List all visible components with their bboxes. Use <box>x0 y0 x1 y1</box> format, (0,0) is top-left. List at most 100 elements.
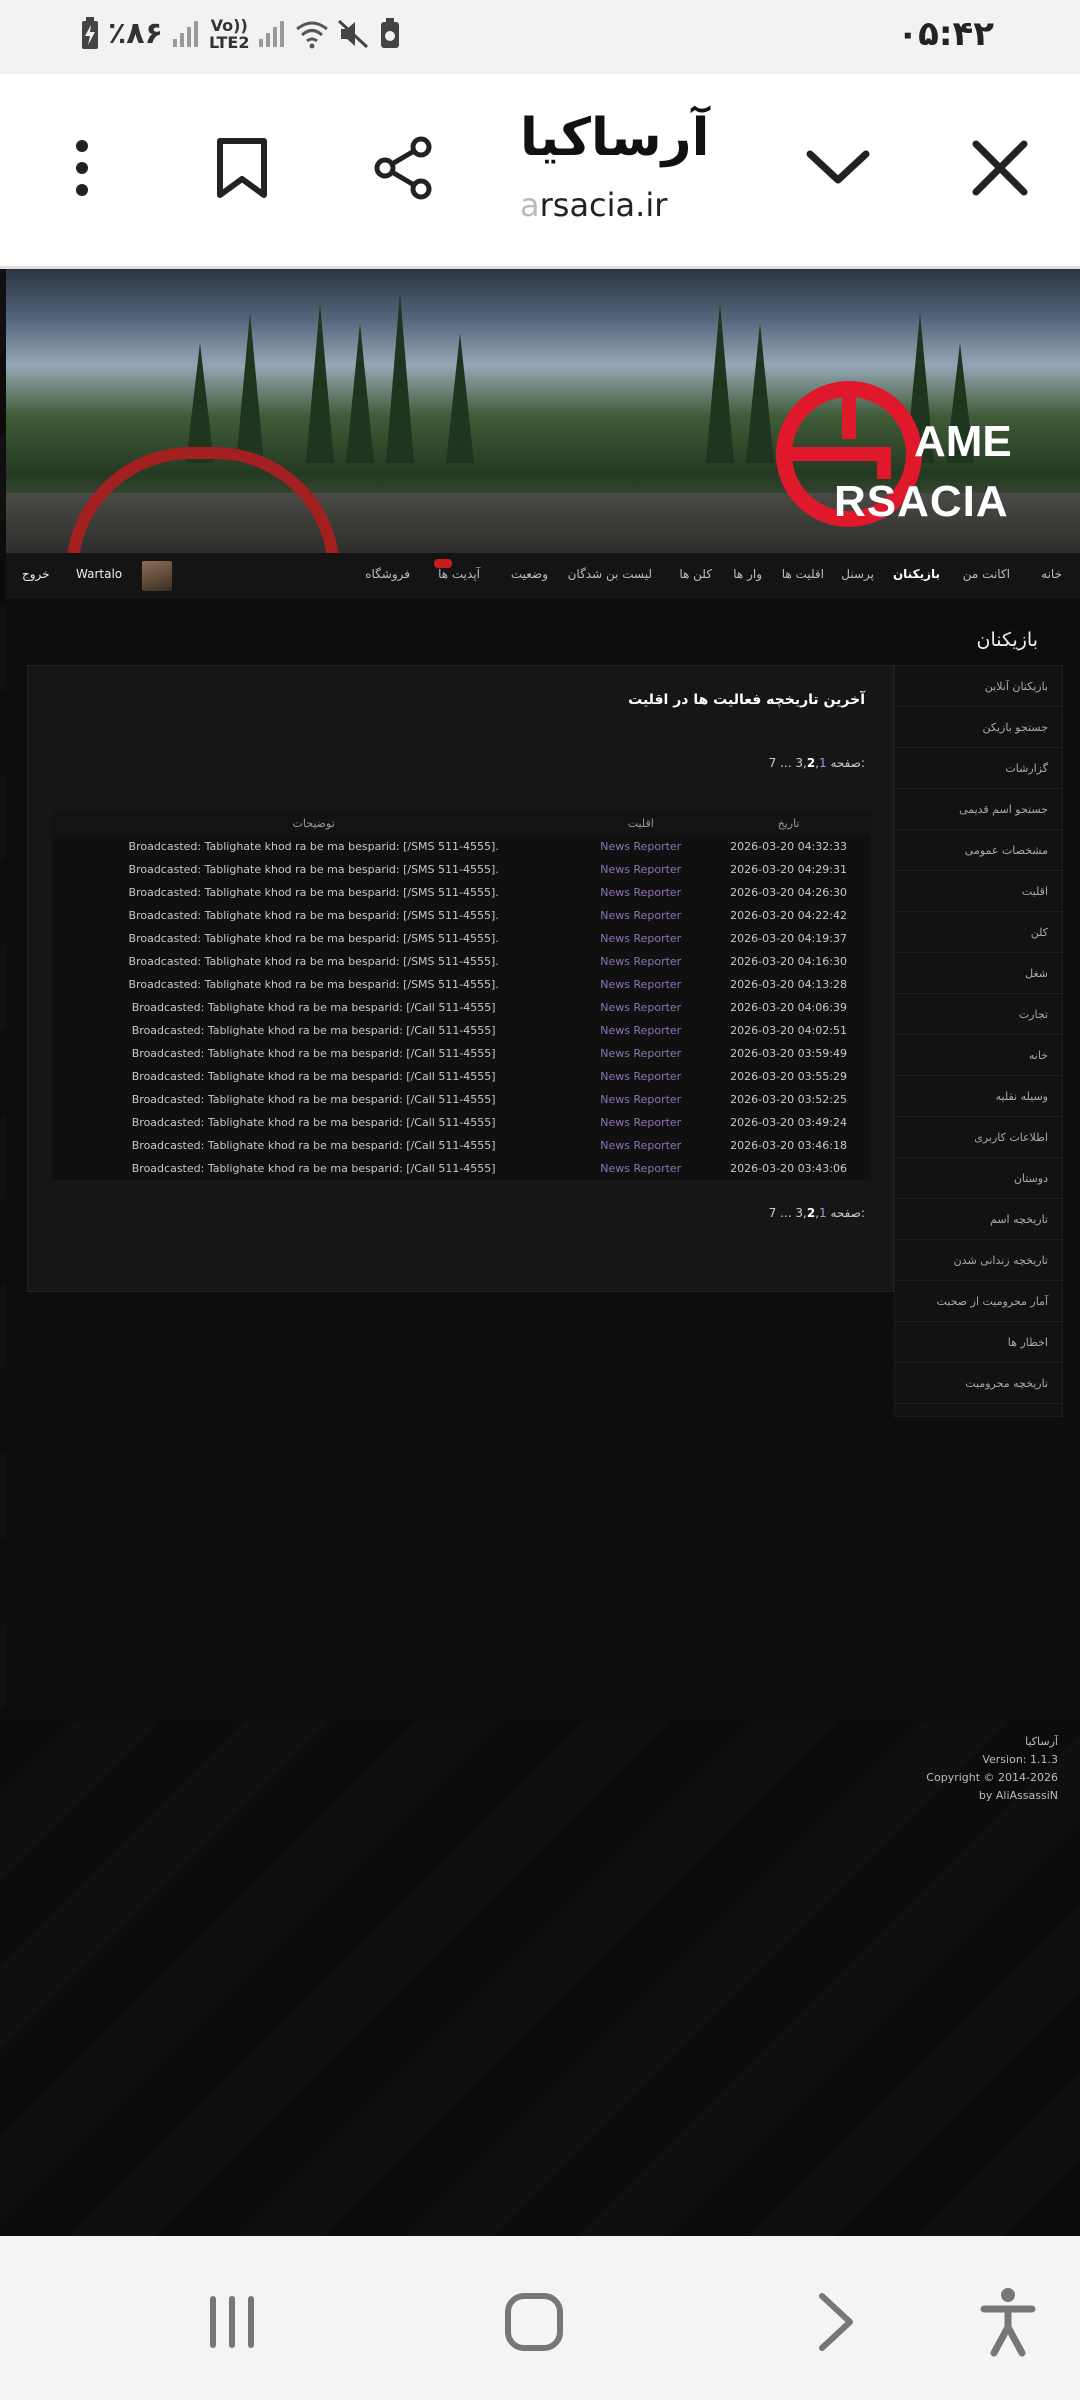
sidebar-item[interactable]: شغل <box>895 953 1062 994</box>
page-link-1[interactable]: 1 <box>819 756 827 770</box>
row-faction-link[interactable]: News Reporter <box>575 927 706 950</box>
section-title: بازیکنان <box>976 629 1038 651</box>
sidebar-item[interactable]: دوستان <box>895 1158 1062 1199</box>
row-faction-link[interactable]: News Reporter <box>575 973 706 996</box>
col-date: تاریخ <box>706 811 871 835</box>
nav-banned-list[interactable]: لیست بن شدگان <box>568 567 652 581</box>
sidebar-item[interactable]: تجارت <box>895 994 1062 1035</box>
sidebar-item[interactable]: اخطار ها <box>895 1322 1062 1363</box>
sidebar-item[interactable]: جستجو اسم قدیمی <box>895 789 1062 830</box>
nav-username[interactable]: Wartalo <box>76 567 122 581</box>
nav-status[interactable]: وضعیت <box>511 567 548 581</box>
row-faction-link[interactable]: News Reporter <box>575 950 706 973</box>
row-faction-link[interactable]: News Reporter <box>575 835 706 858</box>
sidebar-item[interactable]: تاریخچه اسم <box>895 1199 1062 1240</box>
sidebar-item[interactable]: آمار محرومیت از صحبت <box>895 1281 1062 1322</box>
more-vert-icon[interactable] <box>42 128 122 208</box>
system-nav-bar <box>0 2236 1080 2400</box>
row-date: 2026-03-20 04:22:42 <box>730 909 847 922</box>
sidebar-item[interactable]: بازیکنان آنلاین <box>895 666 1062 707</box>
page-dots: ... <box>780 756 792 770</box>
row-description: Broadcasted: Tablighate khod ra be ma be… <box>128 886 499 899</box>
sidebar-item[interactable]: خانه <box>895 1035 1062 1076</box>
tree <box>306 303 334 463</box>
close-icon[interactable] <box>960 128 1040 208</box>
row-description: Broadcasted: Tablighate khod ra be ma be… <box>128 909 499 922</box>
nav-shop[interactable]: فروشگاه <box>365 567 410 581</box>
table-row: Broadcasted: Tablighate khod ra be ma be… <box>52 881 871 904</box>
table-row: Broadcasted: Tablighate khod ra be ma be… <box>52 858 871 881</box>
bookmark-icon[interactable] <box>202 128 282 208</box>
site-nav: خانه اکانت من بازیکنان پرسنل اقلیت ها وا… <box>6 553 1080 600</box>
tree <box>386 293 414 463</box>
table-row: Broadcasted: Tablighate khod ra be ma be… <box>52 1065 871 1088</box>
nav-home[interactable]: خانه <box>1041 567 1062 581</box>
home-icon[interactable] <box>494 2282 574 2362</box>
page-link-3[interactable]: 3 <box>795 1206 803 1220</box>
sidebar-item[interactable]: اطلاعات کاربری <box>895 1117 1062 1158</box>
nav-players[interactable]: بازیکنان <box>893 567 940 581</box>
mute-icon <box>338 19 369 48</box>
sidebar-item[interactable]: وسیله نقلیه <box>895 1076 1062 1117</box>
pagination-top: 7 ... 3,2,1 صفحه: <box>769 756 865 770</box>
row-faction-link[interactable]: News Reporter <box>575 881 706 904</box>
status-icons: ٪۸۶ Vo)) LTE2 <box>80 16 401 51</box>
row-description: Broadcasted: Tablighate khod ra be ma be… <box>128 955 499 968</box>
sidebar-item[interactable]: کلن <box>895 912 1062 953</box>
chevron-down-icon[interactable] <box>798 128 878 208</box>
page-link-last[interactable]: 7 <box>769 756 777 770</box>
share-icon[interactable] <box>364 128 444 208</box>
clock: ۰۵:۴۲ <box>897 14 994 54</box>
lte-line2: LTE2 <box>208 32 250 52</box>
row-date: 2026-03-20 04:29:31 <box>730 863 847 876</box>
row-faction-link[interactable]: News Reporter <box>575 1019 706 1042</box>
user-avatar[interactable] <box>142 561 172 591</box>
signal-icon <box>172 20 198 47</box>
row-faction-link[interactable]: News Reporter <box>575 1065 706 1088</box>
nav-updates[interactable]: آپدیت ها <box>438 567 480 581</box>
row-description: Broadcasted: Tablighate khod ra be ma be… <box>131 1162 496 1175</box>
back-icon[interactable] <box>796 2282 876 2362</box>
nav-factions[interactable]: اقلیت ها <box>782 567 824 581</box>
recents-icon[interactable] <box>192 2282 272 2362</box>
nav-logout[interactable]: خروج <box>22 567 50 581</box>
nav-my-account[interactable]: اکانت من <box>963 567 1010 581</box>
sidebar-item[interactable]: جستجو بازیکن <box>895 707 1062 748</box>
sidebar-item[interactable]: اقلیت <box>895 871 1062 912</box>
sidebar-item[interactable]: تاریخچه زندانی شدن <box>895 1240 1062 1281</box>
row-faction-link[interactable]: News Reporter <box>575 996 706 1019</box>
page-link-3[interactable]: 3 <box>795 756 803 770</box>
site-logo[interactable]: AME RSACIA <box>754 379 1054 529</box>
row-date: 2026-03-20 03:49:24 <box>730 1116 847 1129</box>
table-row: Broadcasted: Tablighate khod ra be ma be… <box>52 973 871 996</box>
sidebar-item[interactable]: تاریخچه محرومیت <box>895 1363 1062 1404</box>
activity-panel: آخرین تاریخچه فعالیت ها در اقلیت 7 ... 3… <box>27 665 894 1292</box>
row-description: Broadcasted: Tablighate khod ra be ma be… <box>131 1047 496 1060</box>
row-faction-link[interactable]: News Reporter <box>575 1088 706 1111</box>
row-faction-link[interactable]: News Reporter <box>575 1134 706 1157</box>
row-date: 2026-03-20 04:19:37 <box>730 932 847 945</box>
table-body: Broadcasted: Tablighate khod ra be ma be… <box>52 835 871 1180</box>
page-title: آرساکیا <box>520 108 710 168</box>
nav-clans[interactable]: کلن ها <box>679 567 712 581</box>
player-sidebar: بازیکنان آنلاین جستجو بازیکن گزارشات جستجو … <box>894 665 1063 1417</box>
accessibility-icon[interactable] <box>968 2282 1048 2362</box>
table-row: Broadcasted: Tablighate khod ra be ma be… <box>52 1134 871 1157</box>
row-faction-link[interactable]: News Reporter <box>575 858 706 881</box>
page-link-1[interactable]: 1 <box>819 1206 827 1220</box>
nav-staff[interactable]: پرسنل <box>841 567 874 581</box>
url-text[interactable]: arsacia.ir <box>520 186 667 224</box>
sidebar-item[interactable]: مشخصات عمومی <box>895 830 1062 871</box>
panel-heading: آخرین تاریخچه فعالیت ها در اقلیت <box>628 692 865 708</box>
row-description: Broadcasted: Tablighate khod ra be ma be… <box>131 1093 496 1106</box>
row-faction-link[interactable]: News Reporter <box>575 1111 706 1134</box>
col-description: توضیحات <box>52 811 576 835</box>
page-link-last[interactable]: 7 <box>769 1206 777 1220</box>
row-faction-link[interactable]: News Reporter <box>575 1042 706 1065</box>
nav-wars[interactable]: وار ها <box>733 567 762 581</box>
sidebar-item[interactable]: گزارشات <box>895 748 1062 789</box>
row-description: Broadcasted: Tablighate khod ra be ma be… <box>131 1139 496 1152</box>
row-faction-link[interactable]: News Reporter <box>575 1157 706 1180</box>
row-faction-link[interactable]: News Reporter <box>575 904 706 927</box>
battery-charging-icon <box>82 16 98 49</box>
